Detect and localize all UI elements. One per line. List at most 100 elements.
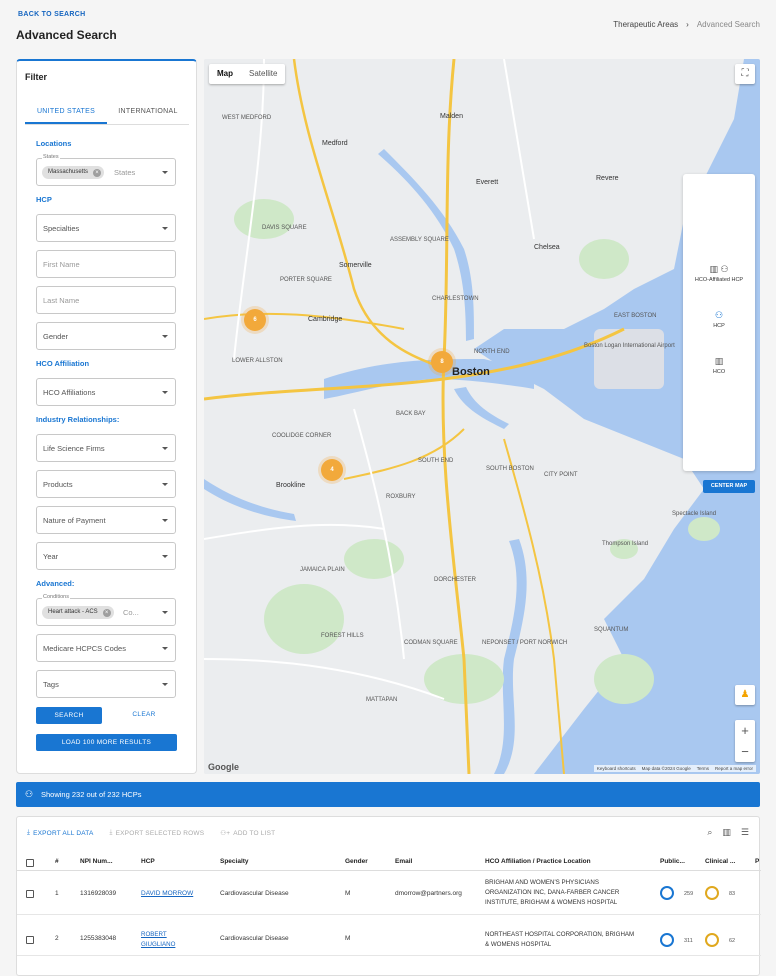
states-select[interactable]: States Massachusetts × States — [36, 154, 176, 186]
hco-affiliations-label: HCO Affiliations — [43, 388, 96, 397]
chevron-down-icon — [162, 611, 168, 614]
gender-label: Gender — [43, 332, 69, 341]
table-row[interactable]: 2 1255383048 ROBERT GIUGLIANO Cardiovasc… — [17, 916, 761, 956]
clear-button[interactable]: CLEAR — [124, 711, 164, 718]
col-hcp[interactable]: HCP — [141, 858, 155, 865]
map-attribution: Keyboard shortcuts Map data ©2024 Google… — [593, 765, 756, 772]
map-label: SOUTH END — [418, 458, 454, 464]
specialties-label: Specialties — [43, 224, 80, 233]
cell-hcp-link[interactable]: ROBERT GIUGLIANO — [141, 930, 186, 950]
products-select[interactable]: Products — [36, 470, 176, 498]
remove-chip-icon[interactable]: × — [102, 608, 111, 617]
map-label: COOLIDGE CORNER — [272, 433, 332, 439]
medicare-hcpcs-select[interactable]: Medicare HCPCS Codes — [36, 634, 176, 662]
cell-npi: 1316928039 — [80, 890, 117, 897]
section-hco-affiliation: HCO Affiliation — [36, 359, 90, 368]
col-clinical[interactable]: Clinical ... — [705, 858, 735, 865]
export-all-label: EXPORT ALL DATA — [33, 829, 94, 837]
gender-select[interactable]: Gender — [36, 322, 176, 350]
remove-chip-icon[interactable]: × — [93, 168, 102, 177]
conditions-placeholder: Co... — [123, 608, 139, 617]
row-checkbox[interactable] — [26, 936, 34, 944]
cell-hco: BRIGHAM AND WOMEN'S PHYSICIANS ORGANIZAT… — [485, 879, 620, 906]
export-all-button[interactable]: ⤓ EXPORT ALL DATA — [27, 829, 94, 837]
col-specialty[interactable]: Specialty — [220, 858, 249, 865]
location-tabs: UNITED STATES INTERNATIONAL — [25, 105, 189, 125]
legend-hcp[interactable]: ⚇ HCP — [683, 310, 755, 329]
table-row[interactable]: 1 1316928039 DAVID MORROW Cardiovascular… — [17, 872, 761, 915]
report-error-link[interactable]: Report a map error — [715, 766, 753, 771]
map-label: Boston — [452, 366, 490, 378]
zoom-in-icon[interactable]: + — [735, 720, 755, 741]
back-to-search-link[interactable]: BACK TO SEARCH — [18, 11, 85, 18]
export-selected-button[interactable]: ⤓ EXPORT SELECTED ROWS — [110, 829, 205, 837]
nature-of-payment-select[interactable]: Nature of Payment — [36, 506, 176, 534]
map-cluster-marker[interactable]: 4 — [321, 459, 343, 481]
zoom-out-icon[interactable]: − — [735, 741, 755, 762]
year-select[interactable]: Year — [36, 542, 176, 570]
hco-affiliated-hcp-icon: ▥ ⚇ — [709, 264, 729, 274]
col-npi[interactable]: NPI Num... — [80, 858, 113, 865]
select-all-checkbox[interactable] — [26, 859, 34, 867]
last-name-input[interactable]: Last Name — [36, 286, 176, 314]
col-public[interactable]: Public... — [660, 858, 685, 865]
tags-select[interactable]: Tags — [36, 670, 176, 698]
cell-index: 1 — [55, 890, 59, 897]
search-button[interactable]: SEARCH — [36, 707, 102, 724]
map-type-satellite[interactable]: Satellite — [241, 64, 285, 84]
map-label: Medford — [322, 140, 348, 147]
chevron-down-icon — [162, 447, 168, 450]
load-more-button[interactable]: LOAD 100 MORE RESULTS — [36, 734, 177, 751]
row-checkbox[interactable] — [26, 890, 34, 898]
download-icon: ⤓ — [109, 829, 113, 836]
legend-hco[interactable]: ▥ HCO — [683, 356, 755, 375]
map-cluster-marker[interactable]: 6 — [244, 309, 266, 331]
tab-united-states[interactable]: UNITED STATES — [25, 105, 107, 124]
street-view-pegman-icon[interactable]: ♟ — [735, 685, 755, 705]
map-label: EAST BOSTON — [614, 313, 657, 319]
map-label: FOREST HILLS — [321, 633, 364, 639]
add-to-list-button[interactable]: ⚇+ ADD TO LIST — [220, 829, 275, 838]
col-hco-affiliation[interactable]: HCO Affiliation / Practice Location — [485, 858, 591, 865]
map-label: Malden — [440, 113, 463, 120]
map-label: BACK BAY — [396, 411, 426, 417]
products-label: Products — [43, 480, 73, 489]
map-label: MATTAPAN — [366, 697, 398, 703]
tab-international[interactable]: INTERNATIONAL — [107, 105, 189, 124]
cell-hcp-link[interactable]: DAVID MORROW — [141, 890, 193, 897]
hco-affiliations-select[interactable]: HCO Affiliations — [36, 378, 176, 406]
last-name-placeholder: Last Name — [43, 296, 80, 305]
density-icon[interactable]: ☰ — [741, 827, 749, 838]
public-score: 311 — [684, 938, 693, 944]
specialties-select[interactable]: Specialties — [36, 214, 176, 242]
map-label: DAVIS SQUARE — [262, 225, 307, 231]
map-label: Revere — [596, 175, 619, 182]
legend-hco-affiliated-hcp[interactable]: ▥ ⚇ HCO-Affiliated HCP — [683, 264, 755, 283]
col-gender[interactable]: Gender — [345, 858, 368, 865]
section-advanced: Advanced: — [36, 579, 75, 588]
columns-icon[interactable]: ▥ — [722, 827, 731, 838]
keyboard-shortcuts-link[interactable]: Keyboard shortcuts — [597, 766, 636, 771]
col-email[interactable]: Email — [395, 858, 412, 865]
state-chip: Massachusetts × — [42, 166, 105, 179]
first-name-input[interactable]: First Name — [36, 250, 176, 278]
search-icon[interactable]: ⌕ — [707, 827, 712, 838]
col-index[interactable]: # — [55, 858, 59, 865]
center-map-button[interactable]: CENTER MAP — [703, 480, 755, 493]
breadcrumb-therapeutic-areas[interactable]: Therapeutic Areas — [613, 20, 678, 29]
breadcrumb-separator: › — [686, 20, 689, 29]
map-label: DORCHESTER — [434, 577, 477, 583]
map-cluster-marker[interactable]: 8 — [431, 351, 453, 373]
map-label: JAMAICA PLAIN — [300, 567, 345, 573]
terms-link[interactable]: Terms — [697, 766, 709, 771]
chevron-down-icon — [162, 647, 168, 650]
map-legend-panel: ▥ ⚇ HCO-Affiliated HCP ⚇ HCP ▥ HCO — [683, 174, 755, 471]
map-view[interactable]: Map Satellite ⛶ Boston Cambridge Somervi… — [204, 59, 760, 774]
fullscreen-icon[interactable]: ⛶ — [735, 64, 755, 84]
map-type-map[interactable]: Map — [209, 64, 241, 84]
legend-label: HCO — [712, 369, 726, 375]
life-science-firms-select[interactable]: Life Science Firms — [36, 434, 176, 462]
cell-index: 2 — [55, 935, 59, 942]
col-more[interactable]: P — [755, 858, 759, 865]
conditions-select[interactable]: Conditions Heart attack - ACS × Co... — [36, 594, 176, 626]
